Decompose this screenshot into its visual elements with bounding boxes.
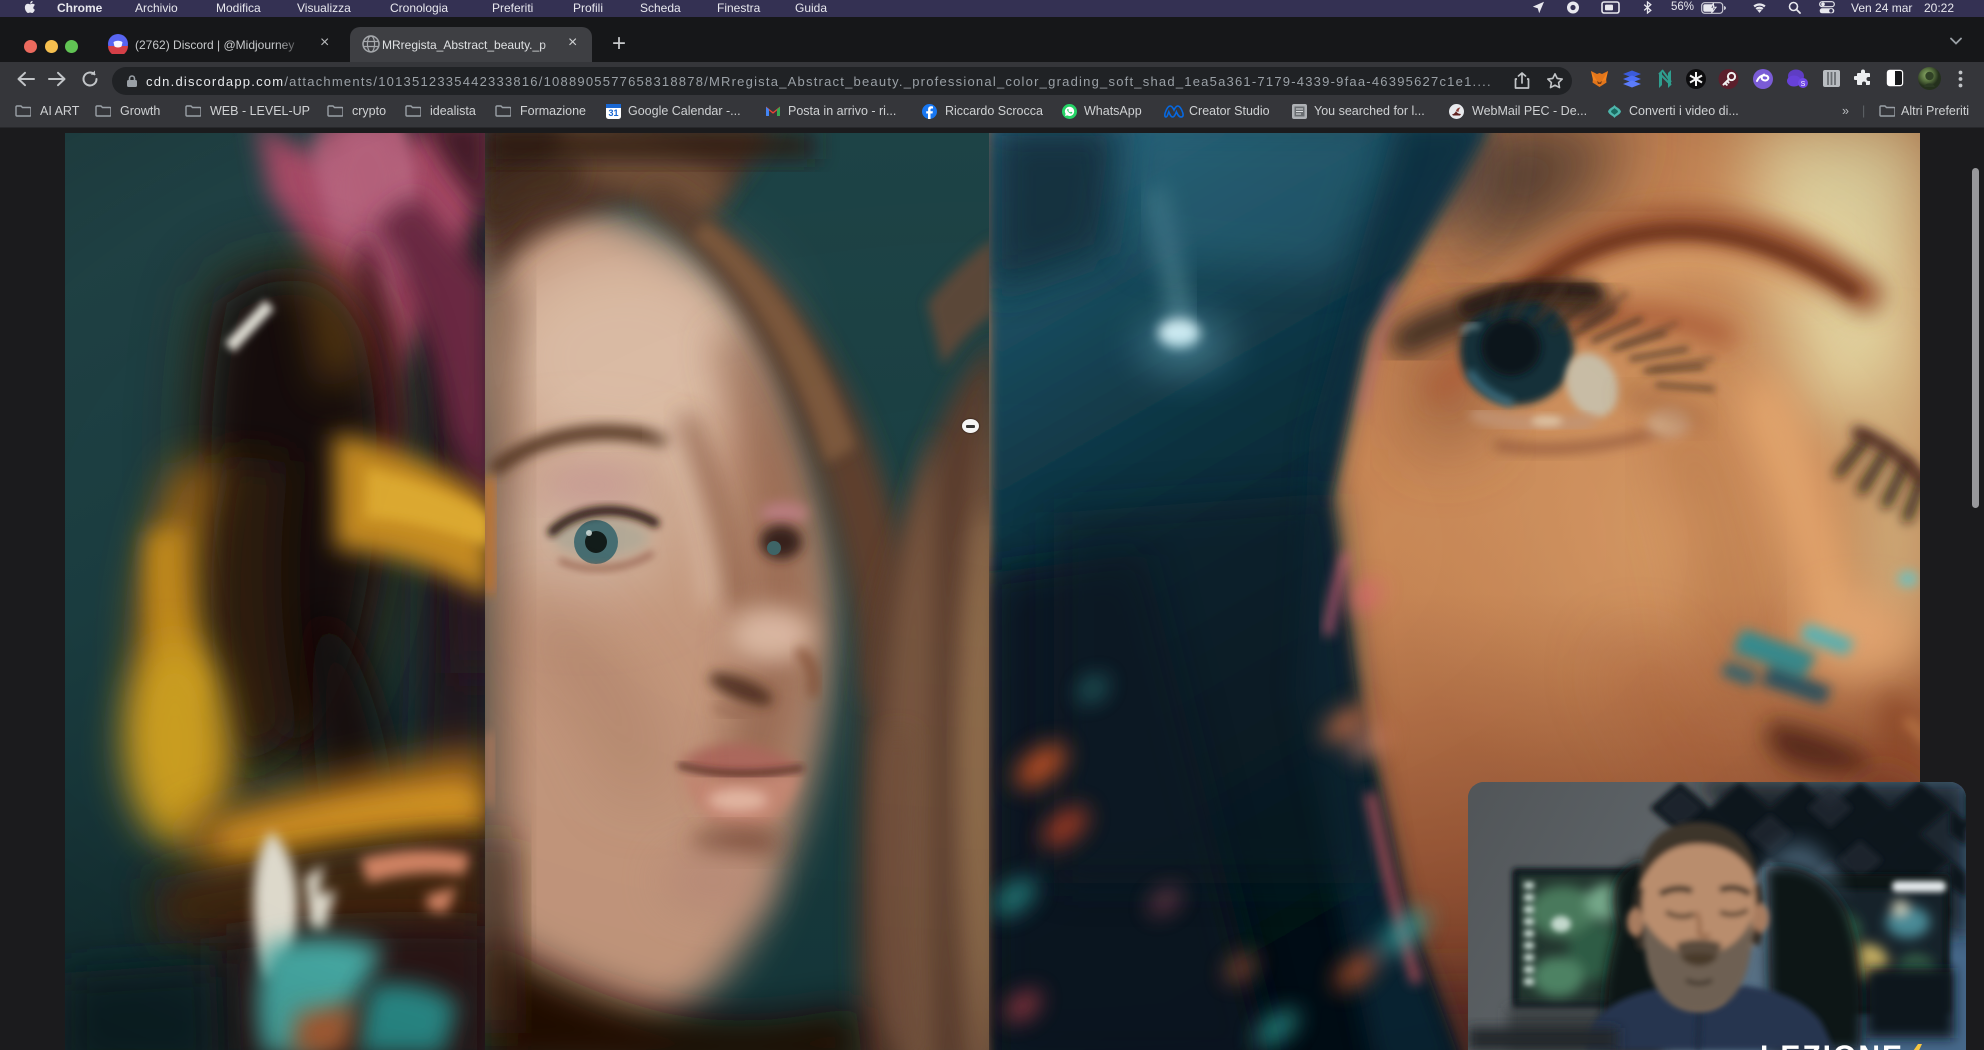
svg-text:31: 31: [608, 108, 618, 118]
svg-text:LEZIONE: LEZIONE: [1760, 1040, 1904, 1050]
svg-text:S: S: [1801, 81, 1806, 88]
